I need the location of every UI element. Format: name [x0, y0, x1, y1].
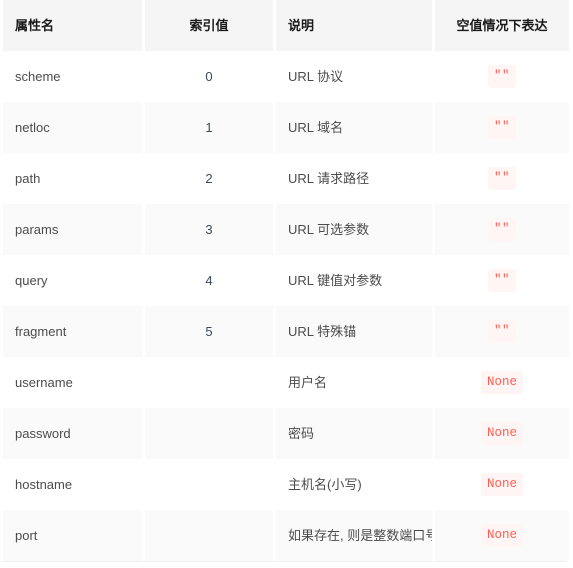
cell-description: 如果存在, 则是整数端口号 — [276, 510, 432, 561]
empty-string-badge: "" — [487, 65, 516, 88]
empty-string-badge: "" — [487, 116, 516, 139]
cell-description: 密码 — [276, 408, 432, 459]
cell-description: URL 特殊锚 — [276, 306, 432, 357]
cell-index: 0 — [145, 51, 273, 102]
cell-index — [145, 408, 273, 459]
cell-empty-value: "" — [435, 102, 569, 153]
table-bottom-divider — [0, 561, 566, 562]
cell-empty-value: "" — [435, 51, 569, 102]
column-header-attribute: 属性名 — [3, 0, 142, 51]
table-row: port 如果存在, 则是整数端口号 None — [3, 510, 569, 561]
none-badge: None — [480, 422, 523, 445]
cell-attribute: port — [3, 510, 142, 561]
cell-attribute: hostname — [3, 459, 142, 510]
cell-attribute: netloc — [3, 102, 142, 153]
cell-index: 5 — [145, 306, 273, 357]
none-badge: None — [480, 371, 523, 394]
empty-string-badge: "" — [487, 320, 516, 343]
url-attributes-table: 属性名 索引值 说明 空值情况下表达 scheme 0 URL 协议 "" netloc… — [0, 0, 572, 561]
cell-description: URL 域名 — [276, 102, 432, 153]
table-row: scheme 0 URL 协议 "" — [3, 51, 569, 102]
cell-index: 3 — [145, 204, 273, 255]
table-row: fragment 5 URL 特殊锚 "" — [3, 306, 569, 357]
table-header-row: 属性名 索引值 说明 空值情况下表达 — [3, 0, 569, 51]
none-badge: None — [480, 524, 523, 547]
cell-empty-value: "" — [435, 153, 569, 204]
cell-description: 主机名(小写) — [276, 459, 432, 510]
cell-attribute: params — [3, 204, 142, 255]
cell-attribute: scheme — [3, 51, 142, 102]
none-badge: None — [480, 473, 523, 496]
column-header-empty-value: 空值情况下表达 — [435, 0, 569, 51]
column-header-description: 说明 — [276, 0, 432, 51]
column-header-index: 索引值 — [145, 0, 273, 51]
empty-string-badge: "" — [487, 167, 516, 190]
cell-empty-value: "" — [435, 255, 569, 306]
table-row: path 2 URL 请求路径 "" — [3, 153, 569, 204]
cell-index — [145, 357, 273, 408]
cell-empty-value: None — [435, 408, 569, 459]
cell-index — [145, 459, 273, 510]
cell-description: 用户名 — [276, 357, 432, 408]
cell-description: URL 请求路径 — [276, 153, 432, 204]
cell-index: 1 — [145, 102, 273, 153]
empty-string-badge: "" — [487, 218, 516, 241]
table-body: scheme 0 URL 协议 "" netloc 1 URL 域名 "" path 2 URL 请… — [3, 51, 569, 561]
cell-description: URL 协议 — [276, 51, 432, 102]
cell-empty-value: None — [435, 510, 569, 561]
cell-attribute: fragment — [3, 306, 142, 357]
cell-index — [145, 510, 273, 561]
table-row: username 用户名 None — [3, 357, 569, 408]
cell-empty-value: None — [435, 459, 569, 510]
cell-description: URL 键值对参数 — [276, 255, 432, 306]
table-header: 属性名 索引值 说明 空值情况下表达 — [3, 0, 569, 51]
empty-string-badge: "" — [487, 269, 516, 292]
cell-attribute: username — [3, 357, 142, 408]
table-row: hostname 主机名(小写) None — [3, 459, 569, 510]
cell-attribute: query — [3, 255, 142, 306]
cell-attribute: path — [3, 153, 142, 204]
cell-index: 2 — [145, 153, 273, 204]
cell-empty-value: "" — [435, 306, 569, 357]
table-row: netloc 1 URL 域名 "" — [3, 102, 569, 153]
table-row: params 3 URL 可选参数 "" — [3, 204, 569, 255]
cell-description: URL 可选参数 — [276, 204, 432, 255]
table-container: 属性名 索引值 说明 空值情况下表达 scheme 0 URL 协议 "" netloc… — [0, 0, 573, 562]
cell-index: 4 — [145, 255, 273, 306]
cell-attribute: password — [3, 408, 142, 459]
cell-empty-value: None — [435, 357, 569, 408]
cell-empty-value: "" — [435, 204, 569, 255]
table-row: password 密码 None — [3, 408, 569, 459]
table-row: query 4 URL 键值对参数 "" — [3, 255, 569, 306]
